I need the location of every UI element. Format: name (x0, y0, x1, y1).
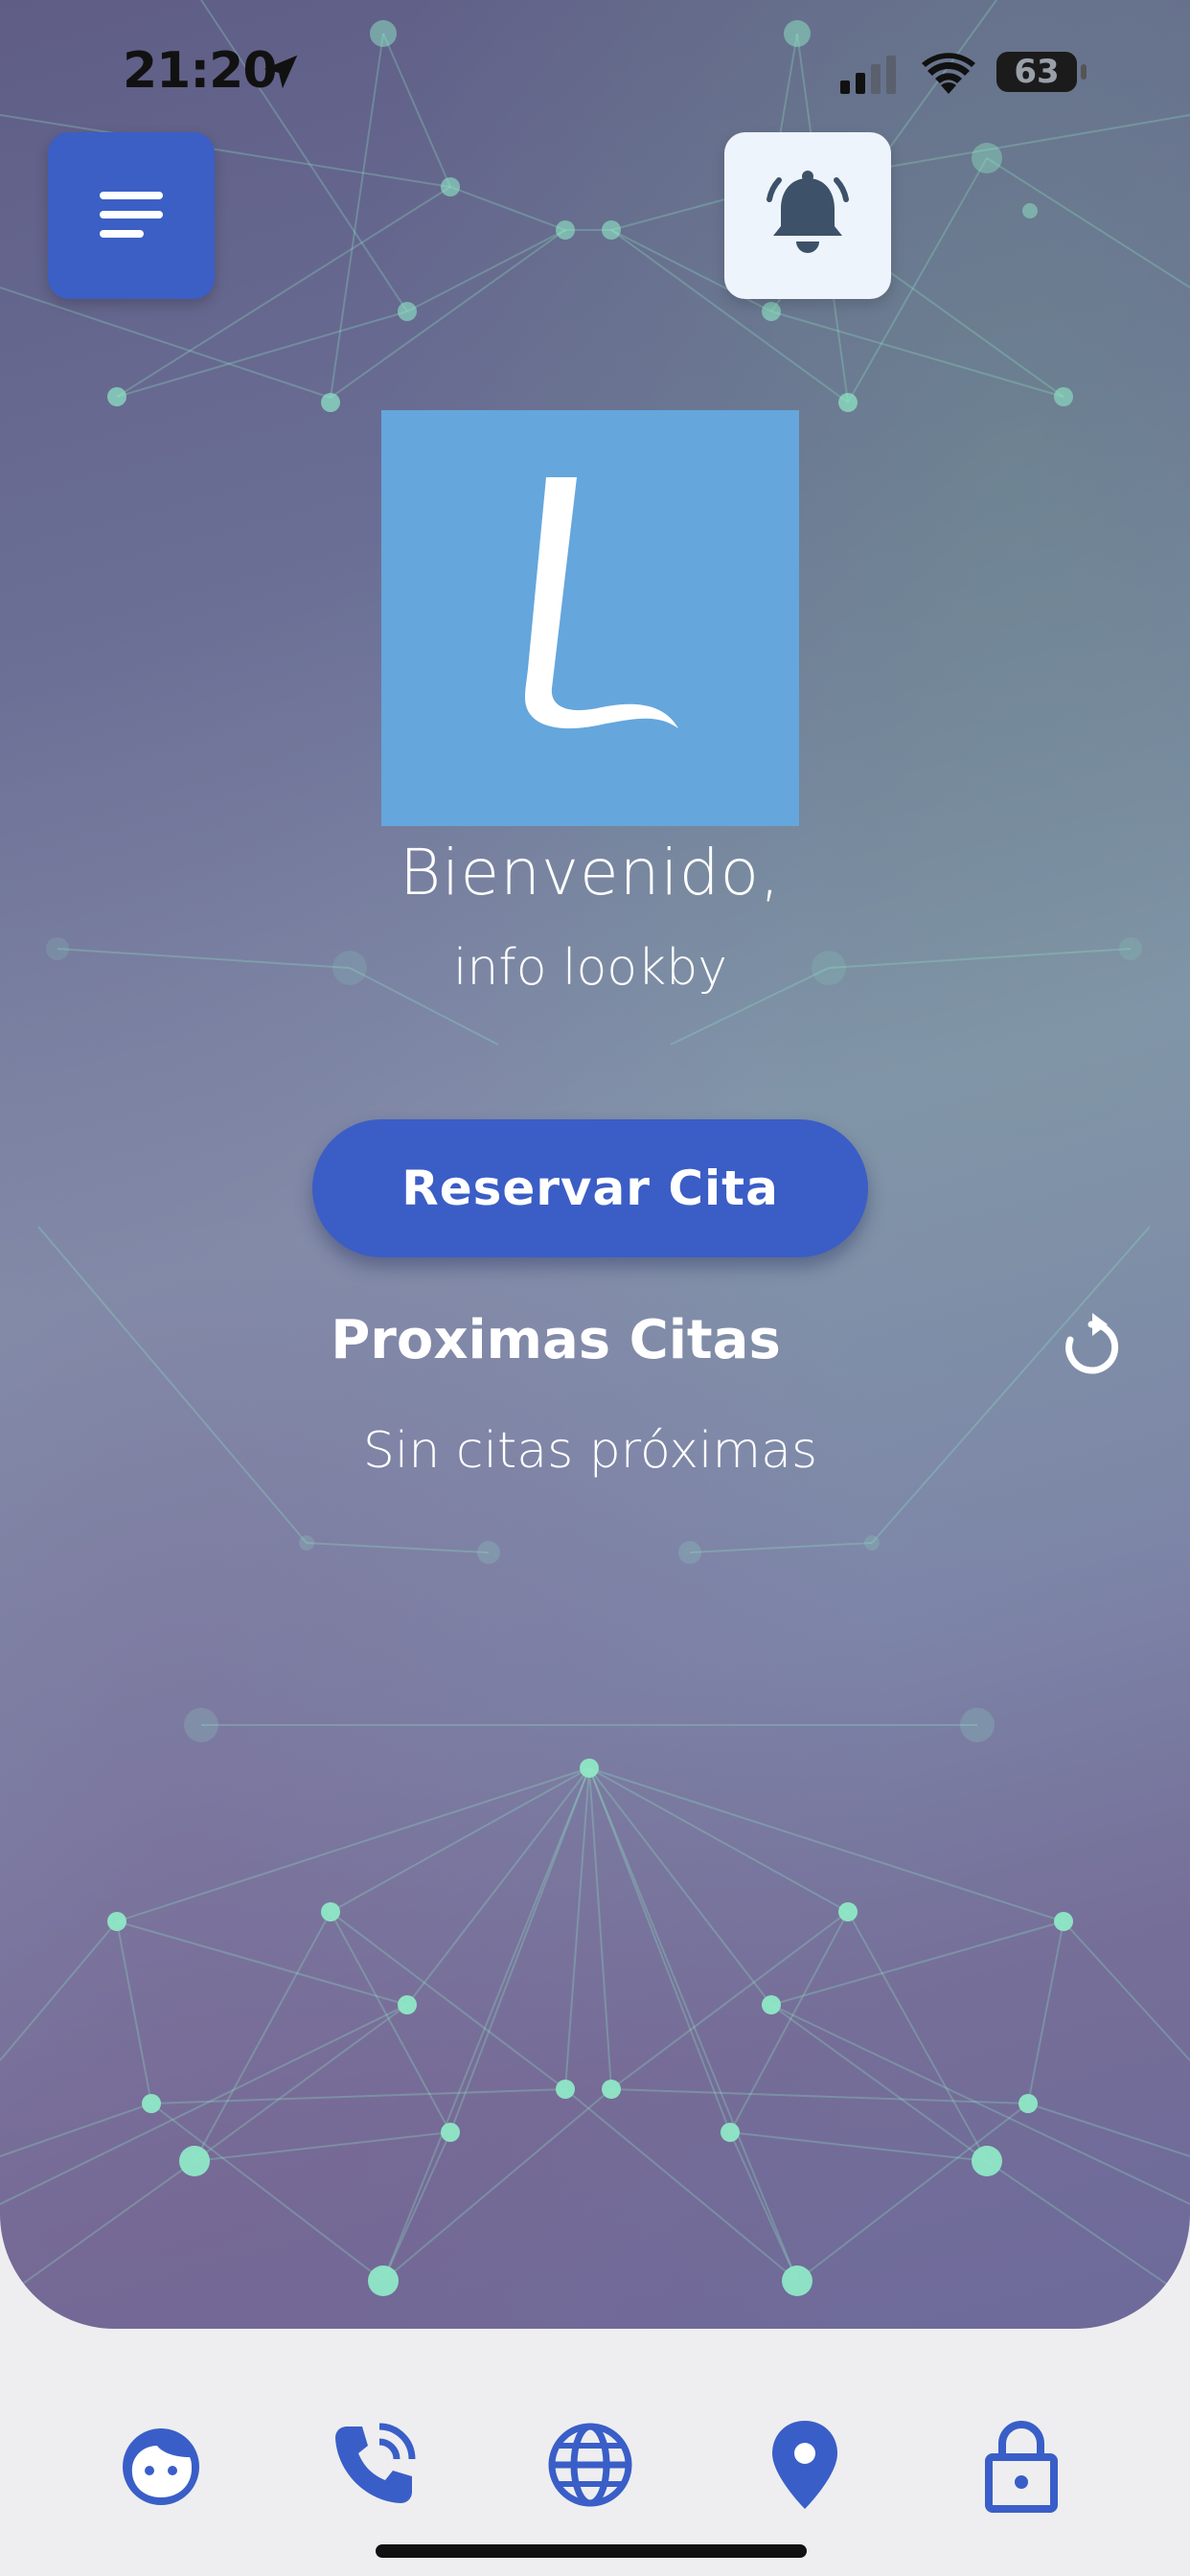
status-bar: 21:20 63 (0, 0, 1190, 144)
nav-call[interactable] (326, 2417, 422, 2513)
welcome-heading: Bienvenido, (399, 836, 782, 909)
lock-icon (985, 2421, 1058, 2513)
no-appointments-message: Sin citas próximas (362, 1422, 818, 1480)
phone-call-icon (335, 2423, 416, 2503)
notifications-button[interactable] (724, 132, 891, 299)
map-pin-icon (772, 2421, 837, 2509)
book-appointment-button[interactable]: Reservar Cita (312, 1119, 868, 1257)
app-logo (381, 410, 799, 826)
user-name: info lookby (452, 939, 728, 997)
refresh-icon[interactable] (1060, 1311, 1123, 1378)
nav-lock[interactable] (973, 2417, 1069, 2513)
nav-profile[interactable] (113, 2417, 209, 2513)
battery-icon: 63 (996, 52, 1087, 92)
face-icon (123, 2428, 199, 2505)
bell-icon (767, 171, 849, 253)
status-time: 21:20 (123, 42, 278, 100)
nav-website[interactable] (542, 2417, 638, 2513)
logo-l-mark (525, 477, 678, 729)
home-background: 21:20 63 Bienvenido, info lookby Reserva… (0, 0, 1190, 2329)
upcoming-appointments-title: Proximas Citas (331, 1309, 781, 1371)
globe-icon (548, 2423, 632, 2507)
bottom-navigation (0, 2329, 1190, 2576)
home-indicator[interactable] (376, 2544, 807, 2558)
location-arrow-icon (263, 55, 298, 89)
wifi-icon (922, 53, 975, 94)
nav-location[interactable] (757, 2417, 853, 2513)
signal-icon (840, 56, 896, 94)
menu-button[interactable] (48, 132, 215, 299)
